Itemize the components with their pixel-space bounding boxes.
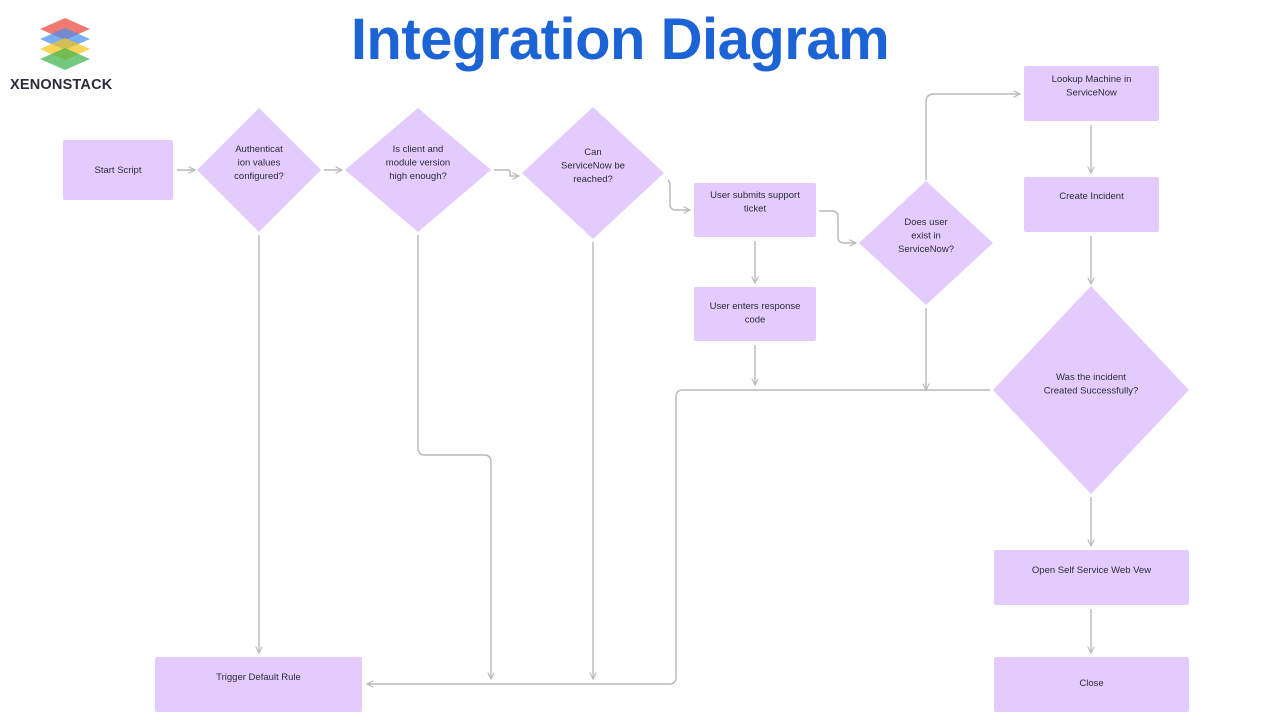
node-start-script: Start Script <box>63 140 173 200</box>
node-close: Close <box>994 657 1189 712</box>
node-label: ion values <box>238 158 281 169</box>
node-label: Trigger Default Rule <box>216 672 301 683</box>
decision-diamond <box>197 108 321 232</box>
node-default-rule: Trigger Default Rule <box>155 657 362 712</box>
edge-servicenow-reachable-to-submit-ticket <box>667 179 690 210</box>
node-incident-success: Was the incident Created Successfully? <box>993 286 1189 494</box>
decision-diamond <box>859 181 993 305</box>
node-label: Create Incident <box>1059 191 1124 202</box>
process-box <box>1024 177 1159 232</box>
node-label: Authenticat <box>235 144 283 155</box>
node-label: configured? <box>234 171 284 182</box>
node-label: Start Script <box>95 165 142 176</box>
node-label: Lookup Machine in <box>1052 74 1132 85</box>
node-version-check: Is client and module version high enough? <box>345 108 491 232</box>
node-user-exists: Does user exist in ServiceNow? <box>859 181 993 305</box>
node-label: Open Self Service Web Vew <box>1032 565 1151 576</box>
node-label: ServiceNow <box>1066 88 1117 99</box>
node-label: exist in <box>911 231 941 242</box>
edge-incident-success-to-default-rule <box>367 389 990 684</box>
node-label: Created Successfully? <box>1044 386 1139 397</box>
node-label: User submits support <box>710 190 800 201</box>
flowchart: Start Script Authenticat ion values configu… <box>63 66 1189 712</box>
edge-version-check-to-servicenow-reachable <box>494 169 519 176</box>
edge-user-exists-to-lookup-machine <box>925 94 1020 180</box>
node-label: module version <box>386 158 450 169</box>
node-submit-ticket: User submits support ticket <box>694 183 816 237</box>
node-label: ServiceNow? <box>898 244 954 255</box>
node-open-web-view: Open Self Service Web Vew <box>994 550 1189 605</box>
process-box <box>155 657 362 712</box>
node-label: Is client and <box>393 144 444 155</box>
node-label: User enters response <box>710 301 801 312</box>
node-label: high enough? <box>389 171 447 182</box>
node-label: Close <box>1079 678 1103 689</box>
node-label: Was the incident <box>1056 372 1126 383</box>
node-label: ticket <box>744 204 767 215</box>
node-label: code <box>745 315 766 326</box>
node-servicenow-reachable: Can ServiceNow be reached? <box>522 107 664 239</box>
process-box <box>994 550 1189 605</box>
edge-submit-ticket-to-user-exists <box>819 210 856 243</box>
node-response-code: User enters response code <box>694 287 816 341</box>
node-auth-configured: Authenticat ion values configured? <box>197 108 321 232</box>
node-label: Does user <box>904 217 947 228</box>
decision-diamond <box>522 107 664 239</box>
node-label: ServiceNow be <box>561 161 625 172</box>
node-create-incident: Create Incident <box>1024 177 1159 232</box>
node-label: Can <box>584 147 601 158</box>
node-lookup-machine: Lookup Machine in ServiceNow <box>1024 66 1159 121</box>
node-label: reached? <box>573 174 613 185</box>
edge-version-check-to-default-rule <box>417 235 491 679</box>
decision-diamond <box>345 108 491 232</box>
